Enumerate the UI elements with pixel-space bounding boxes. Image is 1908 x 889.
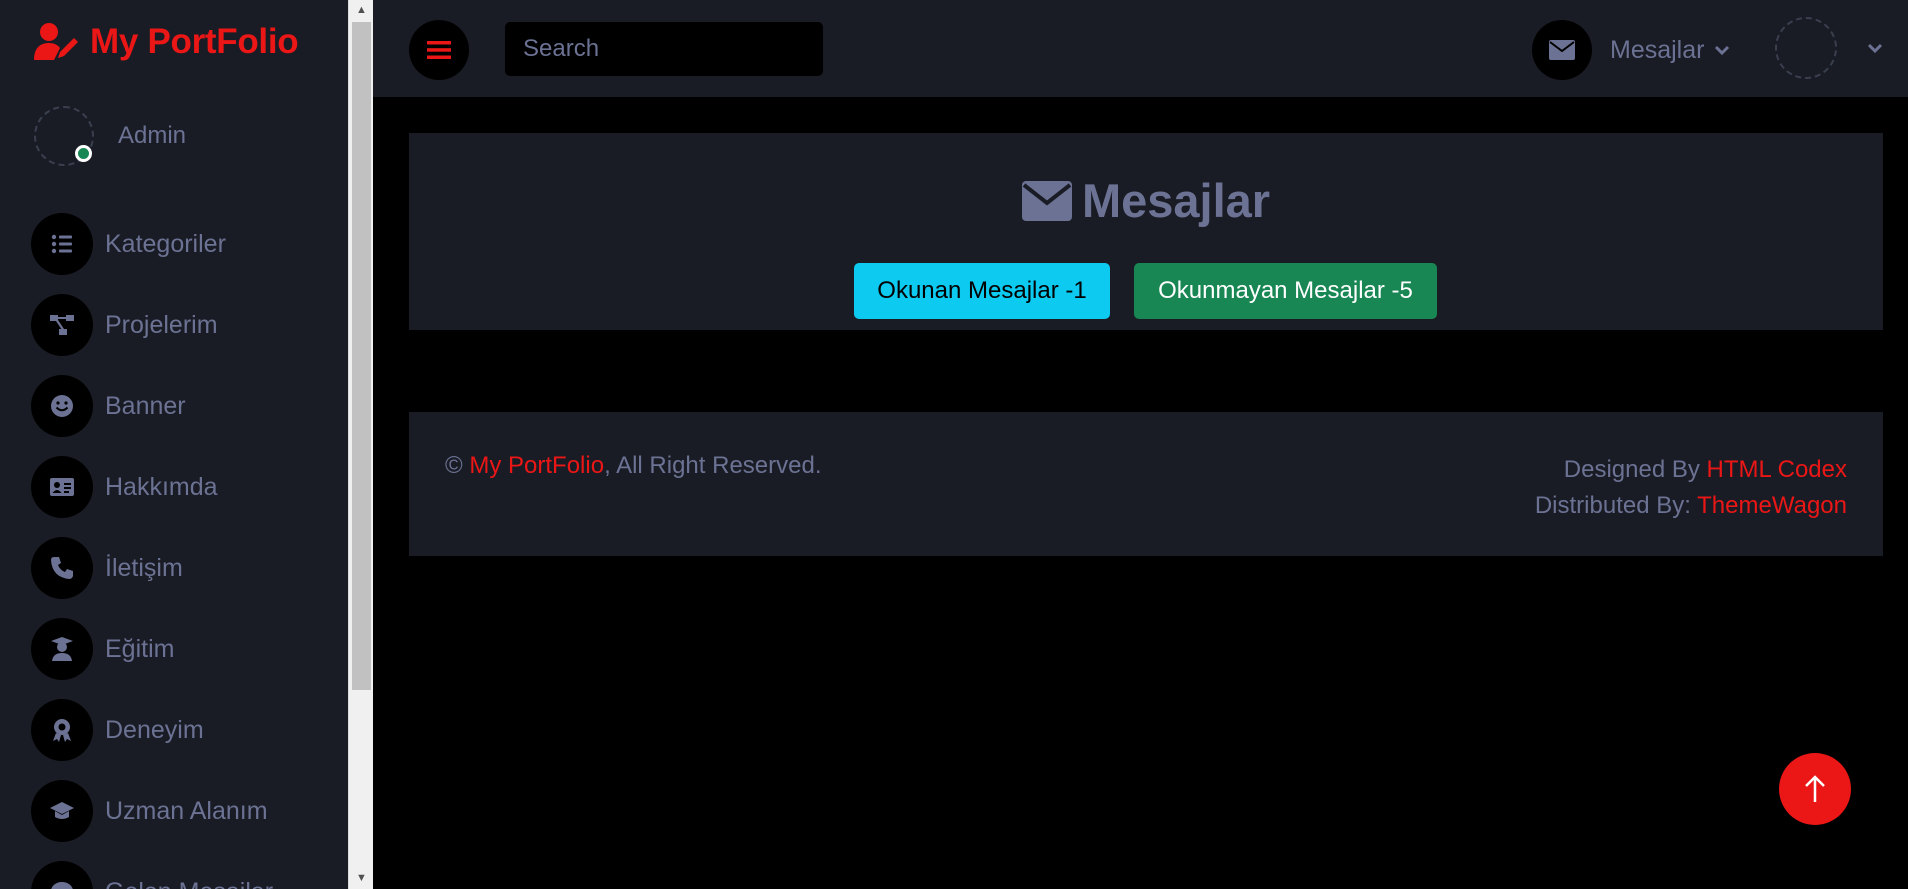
unread-messages-button[interactable]: Okunmayan Mesajlar -5 (1134, 263, 1437, 319)
chevron-down-icon (1867, 43, 1883, 54)
sidebar: My PortFolio Admin Kategoriler Projeleri… (0, 0, 348, 889)
brand-logo[interactable]: My PortFolio (32, 22, 299, 62)
sitemap-icon (31, 294, 93, 356)
footer-copyright: © My PortFolio, All Right Reserved. (445, 452, 822, 480)
page-title-text: Mesajlar (1081, 174, 1271, 227)
distributed-by-label: Distributed By: (1534, 492, 1691, 519)
user-dropdown[interactable] (1775, 17, 1883, 79)
user-edit-icon (34, 23, 78, 60)
footer-brand-link[interactable]: My PortFolio (469, 452, 604, 479)
back-to-top-button[interactable] (1779, 753, 1851, 825)
messages-label: Mesajlar (1610, 35, 1705, 64)
sidebar-item-label: Deneyim (105, 715, 204, 744)
smile-icon (31, 375, 93, 437)
online-status-dot (75, 145, 92, 162)
sidebar-item-projelerim[interactable]: Projelerim (31, 294, 218, 356)
scroll-up-icon[interactable]: ▲ (349, 0, 374, 20)
messages-dropdown[interactable]: Mesajlar (1532, 19, 1730, 81)
chevron-down-icon (1715, 45, 1730, 56)
sidebar-scrollbar[interactable]: ▲ ▼ (348, 0, 373, 889)
bars-icon (427, 41, 451, 59)
sidebar-item-label: Kategoriler (105, 229, 226, 258)
distributed-by-link[interactable]: ThemeWagon (1697, 492, 1847, 519)
menu-toggle-button[interactable] (409, 20, 469, 80)
scroll-thumb[interactable] (352, 22, 371, 690)
sidebar-item-label: İletişim (105, 553, 183, 582)
sidebar-item-kategoriler[interactable]: Kategoriler (31, 213, 226, 275)
sidebar-item-label: Projelerim (105, 310, 218, 339)
user-avatar (1775, 17, 1837, 79)
sidebar-item-label: Gelen Mesajlar (105, 878, 273, 889)
id-card-icon (31, 456, 93, 518)
graduate-icon (31, 618, 93, 680)
messages-panel: Mesajlar Okunan Mesajlar -1 Okunmayan Me… (409, 133, 1883, 330)
sidebar-item-egitim[interactable]: Eğitim (31, 618, 174, 680)
sidebar-item-deneyim[interactable]: Deneyim (31, 699, 204, 761)
footer-rights-text: , All Right Reserved. (604, 452, 822, 479)
designed-by-link[interactable]: HTML Codex (1707, 456, 1847, 483)
award-icon (31, 699, 93, 761)
sidebar-item-iletisim[interactable]: İletişim (31, 537, 183, 599)
comment-icon (31, 861, 93, 889)
graduation-cap-icon (31, 780, 93, 842)
profile-name: Admin (118, 122, 187, 149)
sidebar-item-label: Banner (105, 391, 186, 420)
brand-name: My PortFolio (90, 22, 299, 61)
page-title: Mesajlar (409, 173, 1883, 228)
sidebar-item-banner[interactable]: Banner (31, 375, 186, 437)
search-input[interactable] (505, 22, 823, 76)
footer: © My PortFolio, All Right Reserved. Desi… (409, 412, 1883, 556)
sidebar-item-label: Eğitim (105, 634, 175, 663)
sidebar-profile: Admin (34, 106, 186, 166)
footer-credits: Designed By HTML Codex Distributed By: T… (1535, 452, 1847, 524)
read-messages-button[interactable]: Okunan Mesajlar -1 (854, 263, 1110, 319)
copyright-symbol: © (445, 452, 463, 479)
arrow-up-icon (1805, 775, 1825, 802)
sidebar-item-gelen-mesajlar[interactable]: Gelen Mesajlar (31, 861, 273, 889)
envelope-icon (1021, 180, 1072, 221)
sidebar-item-label: Uzman Alanım (105, 796, 268, 825)
envelope-icon (1532, 20, 1592, 80)
phone-icon (31, 537, 93, 599)
topbar: Mesajlar (373, 0, 1908, 97)
designed-by-label: Designed By (1563, 456, 1700, 483)
scroll-down-icon[interactable]: ▼ (349, 868, 374, 888)
avatar (34, 106, 94, 166)
sidebar-item-label: Hakkımda (105, 472, 218, 501)
list-icon (31, 213, 93, 275)
sidebar-item-hakkimda[interactable]: Hakkımda (31, 456, 218, 518)
sidebar-item-uzman-alanim[interactable]: Uzman Alanım (31, 780, 268, 842)
